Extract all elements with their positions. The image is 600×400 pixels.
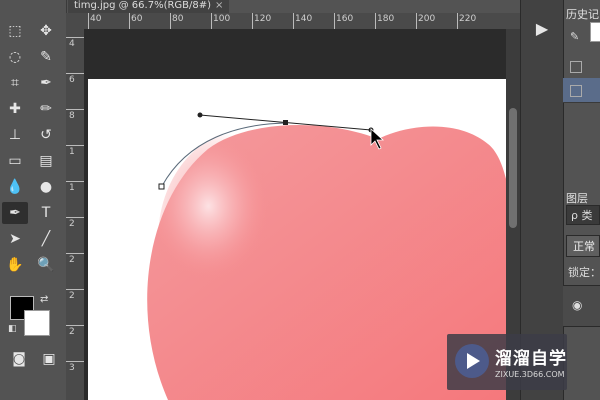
ruler-top-label: 80 bbox=[172, 14, 184, 24]
watermark-subtitle: ZIXUE.3D66.COM bbox=[495, 370, 565, 379]
ruler-tick bbox=[66, 361, 84, 362]
ruler-top-label: 120 bbox=[254, 14, 272, 24]
ruler-tick bbox=[129, 13, 130, 29]
ruler-tick bbox=[66, 181, 84, 182]
watermark-logo-icon bbox=[455, 344, 489, 378]
ruler-top-label: 60 bbox=[131, 14, 143, 24]
eyedropper-tool-icon[interactable]: ✒ bbox=[33, 72, 59, 94]
heart-artwork bbox=[147, 112, 506, 400]
mode-row: ◙ ▣ bbox=[6, 348, 62, 367]
ruler-top-label: 100 bbox=[213, 14, 231, 24]
path-select-tool-icon[interactable]: ➤ bbox=[2, 228, 28, 250]
default-colors-icon[interactable]: ◧ bbox=[8, 324, 17, 334]
ruler-top-label: 140 bbox=[295, 14, 313, 24]
ruler-tick bbox=[252, 13, 253, 29]
history-checkbox-selected[interactable] bbox=[570, 85, 582, 97]
move-tool-icon[interactable]: ✥ bbox=[33, 20, 59, 42]
ruler-left: 4 6 8 1 1 2 2 2 2 3 bbox=[66, 29, 85, 400]
ruler-left-label: 1 bbox=[69, 147, 75, 157]
tab-history[interactable]: 历史记 bbox=[566, 6, 599, 22]
ruler-tick bbox=[170, 13, 171, 29]
lasso-tool-icon[interactable]: ◌ bbox=[2, 46, 28, 68]
ruler-left-label: 2 bbox=[69, 255, 75, 265]
quick-mask-icon[interactable]: ◙ bbox=[6, 348, 32, 370]
ruler-tick bbox=[334, 13, 335, 29]
ruler-left-label: 2 bbox=[69, 327, 75, 337]
gradient-tool-icon[interactable]: ▤ bbox=[33, 150, 59, 172]
ruler-left-label: 3 bbox=[69, 363, 75, 373]
watermark: 溜溜自学 ZIXUE.3D66.COM bbox=[447, 334, 567, 390]
ruler-tick bbox=[66, 217, 84, 218]
background-color-swatch[interactable] bbox=[24, 310, 50, 336]
ruler-left-label: 8 bbox=[69, 111, 75, 121]
type-tool-icon[interactable]: T bbox=[33, 202, 59, 224]
ruler-left-label: 4 bbox=[69, 39, 75, 49]
visibility-eye-icon[interactable]: ◉ bbox=[572, 298, 582, 312]
swap-colors-icon[interactable]: ⇄ bbox=[40, 294, 48, 305]
crop-tool-icon[interactable]: ⌗ bbox=[2, 72, 28, 94]
ruler-top-label: 180 bbox=[377, 14, 395, 24]
healing-brush-tool-icon[interactable]: ✚ bbox=[2, 98, 28, 120]
ruler-left-label: 2 bbox=[69, 291, 75, 301]
ruler-tick bbox=[375, 13, 376, 29]
zoom-tool-icon[interactable]: 🔍 bbox=[33, 254, 59, 276]
ruler-tick bbox=[457, 13, 458, 29]
close-icon[interactable]: × bbox=[215, 0, 223, 11]
pen-tool-icon[interactable]: ✒ bbox=[2, 202, 28, 224]
ruler-left-label: 2 bbox=[69, 219, 75, 229]
ruler-top-label: 160 bbox=[336, 14, 354, 24]
blur-tool-icon[interactable]: 💧 bbox=[2, 176, 28, 198]
ruler-left-label: 1 bbox=[69, 183, 75, 193]
anchor-point bbox=[283, 120, 288, 125]
ruler-top-label: 220 bbox=[459, 14, 477, 24]
ruler-left-label: 6 bbox=[69, 75, 75, 85]
canvas-area[interactable] bbox=[84, 29, 506, 400]
ruler-tick bbox=[66, 73, 84, 74]
ruler-top: 40 60 80 100 120 140 160 180 200 220 bbox=[84, 13, 520, 30]
ruler-tick bbox=[66, 253, 84, 254]
document-tab[interactable]: timg.jpg @ 66.7%(RGB/8#) × bbox=[68, 0, 230, 14]
brush-preset-icon[interactable]: ✎ bbox=[570, 30, 579, 43]
ruler-tick bbox=[293, 13, 294, 29]
ruler-tick bbox=[66, 289, 84, 290]
blend-mode-select[interactable]: 正常 bbox=[566, 235, 600, 257]
ruler-corner bbox=[66, 13, 84, 29]
ruler-tick bbox=[66, 37, 84, 38]
ruler-tick bbox=[211, 13, 212, 29]
clone-stamp-tool-icon[interactable]: ⊥ bbox=[2, 124, 28, 146]
history-brush-tool-icon[interactable]: ↺ bbox=[33, 124, 59, 146]
quick-select-tool-icon[interactable]: ✎ bbox=[33, 46, 59, 68]
ruler-tick bbox=[416, 13, 417, 29]
tab-layers[interactable]: 图层 bbox=[566, 190, 588, 206]
history-snapshot-thumbnail[interactable] bbox=[590, 22, 600, 42]
play-icon[interactable]: ▶ bbox=[528, 16, 556, 40]
layer-filter-input[interactable]: ρ 类 bbox=[566, 205, 600, 225]
ruler-tick bbox=[88, 13, 89, 29]
tools-panel: ⬚ ✥ ◌ ✎ ⌗ ✒ ✚ ✏ ⊥ ↺ ▭ ▤ 💧 ● ✒ T ➤ ╱ ✋ 🔍 ⇄ ◧ ◙ ▣ bbox=[0, 0, 67, 400]
ruler-tick bbox=[66, 325, 84, 326]
brush-tool-icon[interactable]: ✏ bbox=[33, 98, 59, 120]
dodge-tool-icon[interactable]: ● bbox=[33, 176, 59, 198]
scrollbar-thumb[interactable] bbox=[509, 108, 517, 228]
watermark-title: 溜溜自学 bbox=[495, 349, 567, 369]
anchor-point-left bbox=[158, 183, 165, 190]
ruler-top-label: 200 bbox=[418, 14, 436, 24]
ruler-tick bbox=[66, 109, 84, 110]
line-tool-icon[interactable]: ╱ bbox=[33, 228, 59, 250]
ruler-top-label: 40 bbox=[90, 14, 102, 24]
ruler-tick bbox=[66, 145, 84, 146]
marquee-tool-icon[interactable]: ⬚ bbox=[2, 20, 28, 42]
history-checkbox[interactable] bbox=[570, 61, 582, 73]
screen-mode-icon[interactable]: ▣ bbox=[36, 348, 62, 370]
document-canvas[interactable] bbox=[88, 79, 506, 400]
eraser-tool-icon[interactable]: ▭ bbox=[2, 150, 28, 172]
lock-label: 锁定： bbox=[568, 266, 600, 279]
document-title: timg.jpg @ 66.7%(RGB/8#) bbox=[74, 0, 212, 11]
hand-tool-icon[interactable]: ✋ bbox=[2, 254, 28, 276]
handle-point-left bbox=[197, 112, 203, 118]
